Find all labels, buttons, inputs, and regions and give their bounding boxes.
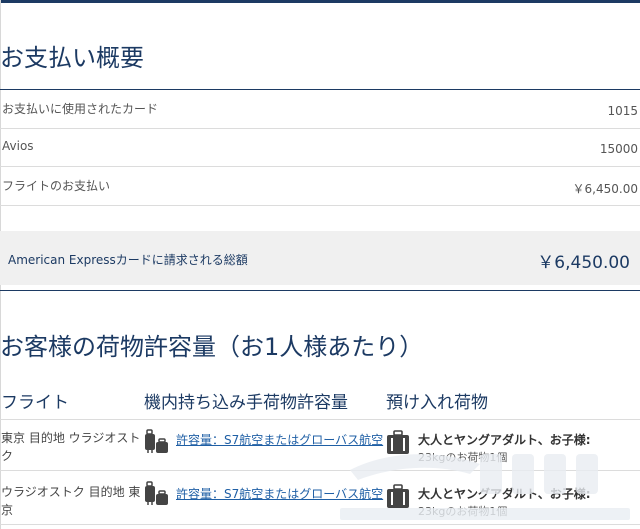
payment-row-label: フライトのお支払い [2,179,111,193]
column-header-flight: フライト [1,393,69,413]
flight-route: 東京 目的地 ウラジオストク [1,431,141,463]
suitcase-icon [387,484,409,508]
total-charge-amount: ￥6,450.00 [537,253,630,273]
row-divider [0,524,640,525]
payment-summary-title: お支払い概要 [0,44,144,72]
baggage-allowance-title: お客様の荷物許容量（お1人様あたり） [0,333,424,361]
top-border [0,0,640,3]
cabin-allowance-link[interactable]: 許容量：S7航空またはグローバス航空 [176,431,383,448]
table-header-divider [0,419,640,420]
checked-baggage-allowance: 23kgのお荷物1個 [418,505,508,518]
payment-row-value: 15000 [599,142,638,156]
column-header-checked-baggage: 預け入れ荷物 [386,393,488,413]
payment-row-label: Avios [2,139,34,153]
cabin-allowance-link[interactable]: 許容量：S7航空またはグローバス航空 [176,485,383,502]
total-charge-box: American Expressカードに請求される総額 ￥6,450.00 [0,231,640,285]
column-header-cabin-baggage: 機内持ち込み手荷物許容量 [144,393,348,413]
row-divider [0,128,640,129]
payment-row-value: ￥6,450.00 [572,182,638,196]
payment-row-value: 1015 [607,104,638,118]
cabin-bag-icon [145,429,168,453]
payment-title-divider [0,89,640,90]
row-divider [0,205,640,206]
checked-baggage-passengers: 大人とヤングアダルト、お子様: [418,487,591,501]
cabin-bag-icon [145,481,168,505]
payment-row-label: お支払いに使用されたカード [2,102,159,116]
suitcase-icon [387,430,409,454]
checked-baggage-allowance: 23kgのお荷物1個 [418,451,508,464]
row-divider [0,470,640,471]
checked-baggage-passengers: 大人とヤングアダルト、お子様: [418,433,591,447]
row-divider [0,166,640,167]
section-divider [0,290,640,291]
flight-route: ウラジオストク 目的地 東京 [1,485,141,517]
total-charge-label: American Expressカードに請求される総額 [8,253,248,267]
